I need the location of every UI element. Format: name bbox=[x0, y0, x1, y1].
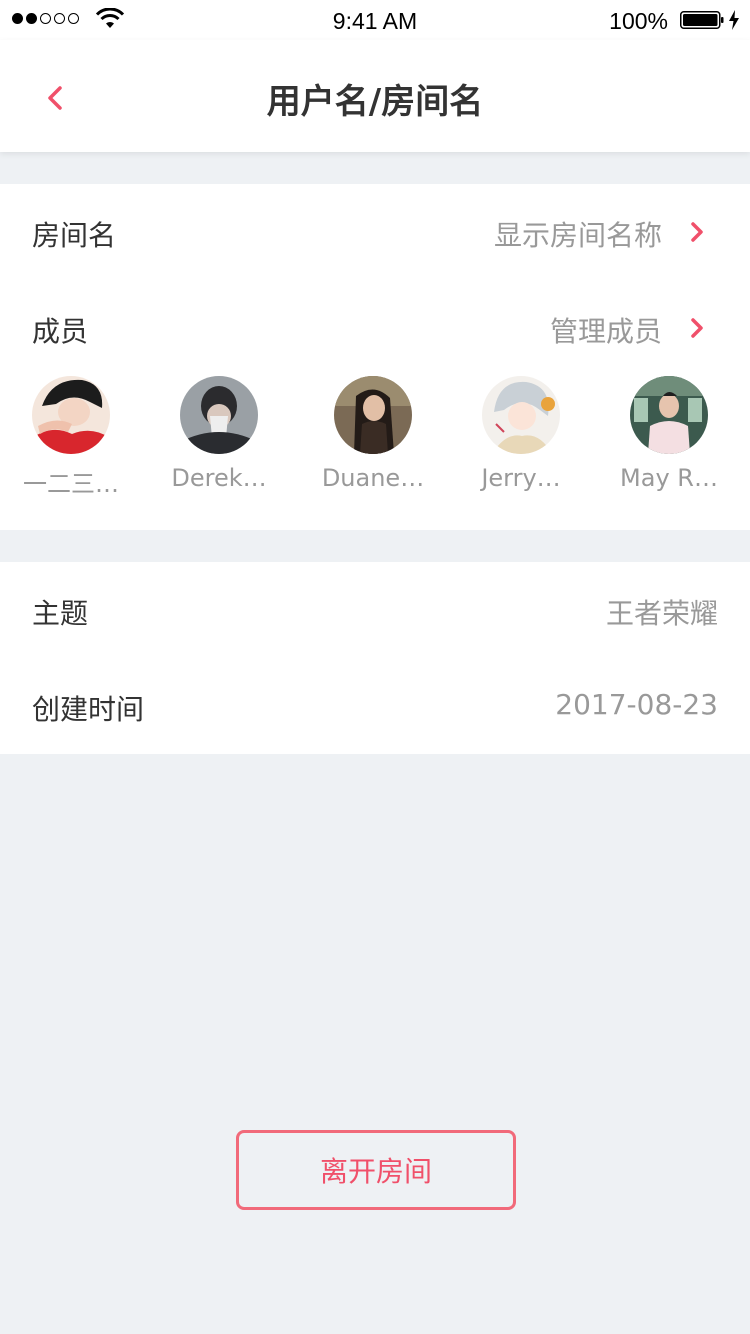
chevron-right-icon bbox=[691, 318, 703, 338]
member-name: May R… bbox=[620, 464, 718, 492]
member-item[interactable]: Duane… bbox=[313, 376, 433, 506]
topic-value: 王者荣耀 bbox=[605, 597, 718, 630]
avatar bbox=[32, 376, 110, 454]
room-name-row[interactable]: 房间名 显示房间名称 bbox=[0, 184, 750, 280]
avatar bbox=[180, 376, 258, 454]
charging-icon bbox=[729, 10, 739, 30]
member-name: Derek… bbox=[171, 464, 267, 492]
chevron-right-icon bbox=[691, 222, 703, 242]
navigation-bar: 用户名/房间名 bbox=[0, 40, 750, 152]
member-name: 一二三… bbox=[23, 470, 119, 498]
battery-icon bbox=[680, 11, 724, 29]
room-info-section: 房间名 显示房间名称 成员 管理成员 一二三… Derek… Duane… Je… bbox=[0, 184, 750, 530]
room-name-value: 显示房间名称 bbox=[493, 219, 662, 252]
member-item[interactable]: Derek… bbox=[159, 376, 279, 506]
avatar bbox=[482, 376, 560, 454]
leave-room-button[interactable]: 离开房间 bbox=[236, 1130, 516, 1210]
topic-label: 主题 bbox=[32, 597, 89, 630]
created-time-value: 2017-08-23 bbox=[555, 688, 718, 721]
status-bar: 9:41 AM 100% bbox=[0, 0, 750, 40]
member-name: Duane… bbox=[321, 464, 425, 492]
members-row[interactable]: 成员 管理成员 bbox=[0, 280, 750, 376]
manage-members-link[interactable]: 管理成员 bbox=[550, 310, 662, 350]
battery-percentage: 100% bbox=[609, 8, 668, 34]
members-label: 成员 bbox=[32, 315, 89, 348]
avatar bbox=[630, 376, 708, 454]
member-item[interactable]: 一二三… bbox=[11, 376, 131, 506]
created-time-row: 创建时间 2017-08-23 bbox=[0, 658, 750, 754]
room-name-label: 房间名 bbox=[32, 219, 117, 252]
member-name: Jerry… bbox=[481, 464, 561, 492]
member-item[interactable]: May R… bbox=[609, 376, 729, 506]
page-title: 用户名/房间名 bbox=[266, 82, 484, 122]
member-item[interactable]: Jerry… bbox=[461, 376, 581, 506]
avatar bbox=[334, 376, 412, 454]
room-details-section: 主题 王者荣耀 创建时间 2017-08-23 bbox=[0, 562, 750, 754]
members-list: 一二三… Derek… Duane… Jerry… May R… bbox=[0, 376, 750, 506]
topic-row: 主题 王者荣耀 bbox=[0, 562, 750, 658]
created-time-label: 创建时间 bbox=[32, 693, 145, 726]
